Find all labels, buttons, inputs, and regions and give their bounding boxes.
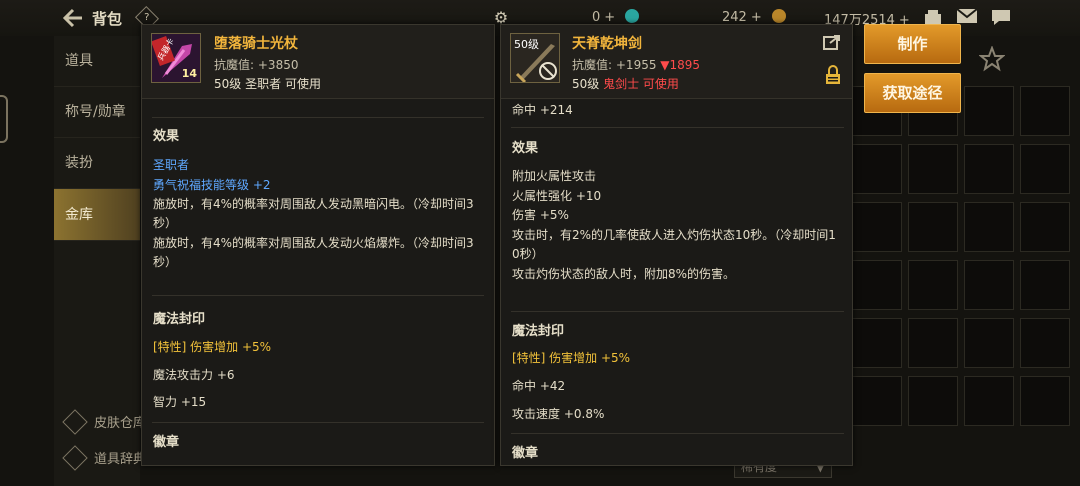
inventory-slot[interactable] xyxy=(964,86,1014,136)
effect-title: 效果 xyxy=(153,129,180,144)
sidebar-item-outfit[interactable]: 装扮 xyxy=(54,138,140,189)
effect-line: 伤害 +5% xyxy=(512,208,569,222)
inventory-slot[interactable] xyxy=(964,318,1014,368)
emblem-title: 徽章 xyxy=(512,446,539,461)
inventory-slot[interactable] xyxy=(1020,376,1070,426)
craft-button[interactable]: 制作 xyxy=(864,24,961,64)
no-trade-icon xyxy=(539,62,557,80)
effect-line: 火属性强化 +10 xyxy=(512,189,602,203)
currency-1: 0 + xyxy=(592,9,640,25)
effect-line: 攻击时，有2%的几率使敌人进入灼伤状态10秒。（冷却时间1 xyxy=(512,228,836,242)
item-name: 天脊乾坤剑 xyxy=(572,36,642,52)
seal-trait: [特性] 伤害增加 +5% xyxy=(512,351,631,365)
divider xyxy=(511,127,844,128)
chat-icon[interactable] xyxy=(990,8,1012,28)
sidebar-item-titles[interactable]: 称号/勋章 xyxy=(54,87,140,138)
inventory-slot[interactable] xyxy=(852,260,902,310)
divider xyxy=(152,422,484,423)
obtain-source-button[interactable]: 获取途径 xyxy=(864,73,961,113)
effect-line: 施放时，有4%的概率对周围敌人发动火焰爆炸。（冷却时间3 xyxy=(153,236,474,250)
inventory-slot[interactable] xyxy=(1020,144,1070,194)
item-tooltip-left: 兵器卡 14 堕落骑士光杖 抗魔值: +3850 50级 圣职者 可使用 效果 … xyxy=(141,24,495,466)
inventory-slot[interactable] xyxy=(964,202,1014,252)
inventory-slot[interactable] xyxy=(964,144,1014,194)
skin-storage-link[interactable]: 皮肤仓库 xyxy=(62,409,146,435)
seal-title: 魔法封印 xyxy=(512,324,565,339)
effect-line: 0秒） xyxy=(512,247,544,261)
inventory-slot[interactable] xyxy=(908,202,958,252)
inventory-slot[interactable] xyxy=(852,144,902,194)
currency-2-add-button[interactable]: + xyxy=(751,10,762,25)
item-name: 堕落骑士光杖 xyxy=(214,36,298,52)
inventory-slot[interactable] xyxy=(964,260,1014,310)
inventory-slot[interactable] xyxy=(908,318,958,368)
inventory-slot[interactable] xyxy=(908,144,958,194)
item-count: 14 xyxy=(181,67,197,80)
tooltip-header: 50级 天脊乾坤剑 抗魔值: +1955 ▼1895 50级 鬼剑士 可使用 xyxy=(501,25,852,99)
inventory-slot[interactable] xyxy=(1020,202,1070,252)
item-requirement: 50级 圣职者 可使用 xyxy=(214,77,321,91)
sidebar-item-vault[interactable]: 金库 xyxy=(54,189,140,241)
seal-title: 魔法封印 xyxy=(153,312,206,327)
seal-line: 命中 +42 xyxy=(512,379,566,393)
inventory-slot[interactable] xyxy=(964,376,1014,426)
side-drawer-handle[interactable] xyxy=(0,95,8,143)
effect-line: 秒） xyxy=(153,255,178,269)
divider xyxy=(152,295,484,296)
item-stat: 抗魔值: +1955 ▼1895 xyxy=(572,58,701,72)
divider xyxy=(152,117,484,118)
effect-line: 附加火属性攻击 xyxy=(512,169,597,183)
effect-title: 效果 xyxy=(512,141,539,156)
share-icon[interactable] xyxy=(823,34,841,54)
seal-line: 智力 +15 xyxy=(153,395,207,409)
currency-2: 242 + xyxy=(722,9,786,25)
effect-skill: 勇气祝福技能等级 +2 xyxy=(153,178,271,192)
inventory-slot[interactable] xyxy=(852,376,902,426)
effect-line: 施放时，有4%的概率对周围敌人发动黑暗闪电。（冷却时间3 xyxy=(153,197,474,211)
inventory-slot[interactable] xyxy=(1020,86,1070,136)
inventory-slot[interactable] xyxy=(908,260,958,310)
seal-line: 攻击速度 +0.8% xyxy=(512,407,605,421)
item-stat: 抗魔值: +3850 xyxy=(214,58,299,72)
inventory-slot[interactable] xyxy=(1020,260,1070,310)
item-dictionary-link[interactable]: 道具辞典 xyxy=(62,445,146,471)
divider xyxy=(511,311,844,312)
currency-1-add-button[interactable]: + xyxy=(604,10,615,25)
inventory-slot[interactable] xyxy=(852,318,902,368)
item-level-tag: 50级 xyxy=(514,38,539,51)
effect-line: 攻击灼伤状态的敌人时，附加8%的伤害。 xyxy=(512,267,736,281)
lock-icon[interactable] xyxy=(825,65,841,89)
item-tooltip-right: 50级 天脊乾坤剑 抗魔值: +1955 ▼1895 50级 鬼剑士 可使用 命… xyxy=(500,24,853,466)
stat-line: 命中 +214 xyxy=(512,103,573,117)
emblem-title: 徽章 xyxy=(153,435,180,450)
seal-line: 魔法攻击力 +6 xyxy=(153,368,235,382)
back-arrow-icon[interactable] xyxy=(60,7,84,29)
seal-trait: [特性] 伤害增加 +5% xyxy=(153,340,272,354)
effect-class: 圣职者 xyxy=(153,158,190,172)
gem-icon xyxy=(625,9,640,23)
dictionary-icon xyxy=(62,445,88,471)
sidebar-item-items[interactable]: 道具 xyxy=(54,36,140,87)
effect-line: 秒） xyxy=(153,216,178,230)
inventory-slot[interactable] xyxy=(1020,318,1070,368)
staff-icon: 兵器卡 14 xyxy=(151,33,201,83)
page-title: 背包 xyxy=(92,10,123,28)
inventory-slot[interactable] xyxy=(852,202,902,252)
skin-storage-icon xyxy=(62,409,88,435)
sword-icon: 50级 xyxy=(510,33,560,83)
inventory-slot[interactable] xyxy=(908,376,958,426)
star-icon[interactable] xyxy=(978,45,1006,74)
divider xyxy=(511,433,844,434)
tooltip-header: 兵器卡 14 堕落骑士光杖 抗魔值: +3850 50级 圣职者 可使用 xyxy=(142,25,494,99)
coin-icon xyxy=(771,9,786,23)
item-requirement: 50级 鬼剑士 可使用 xyxy=(572,77,679,91)
